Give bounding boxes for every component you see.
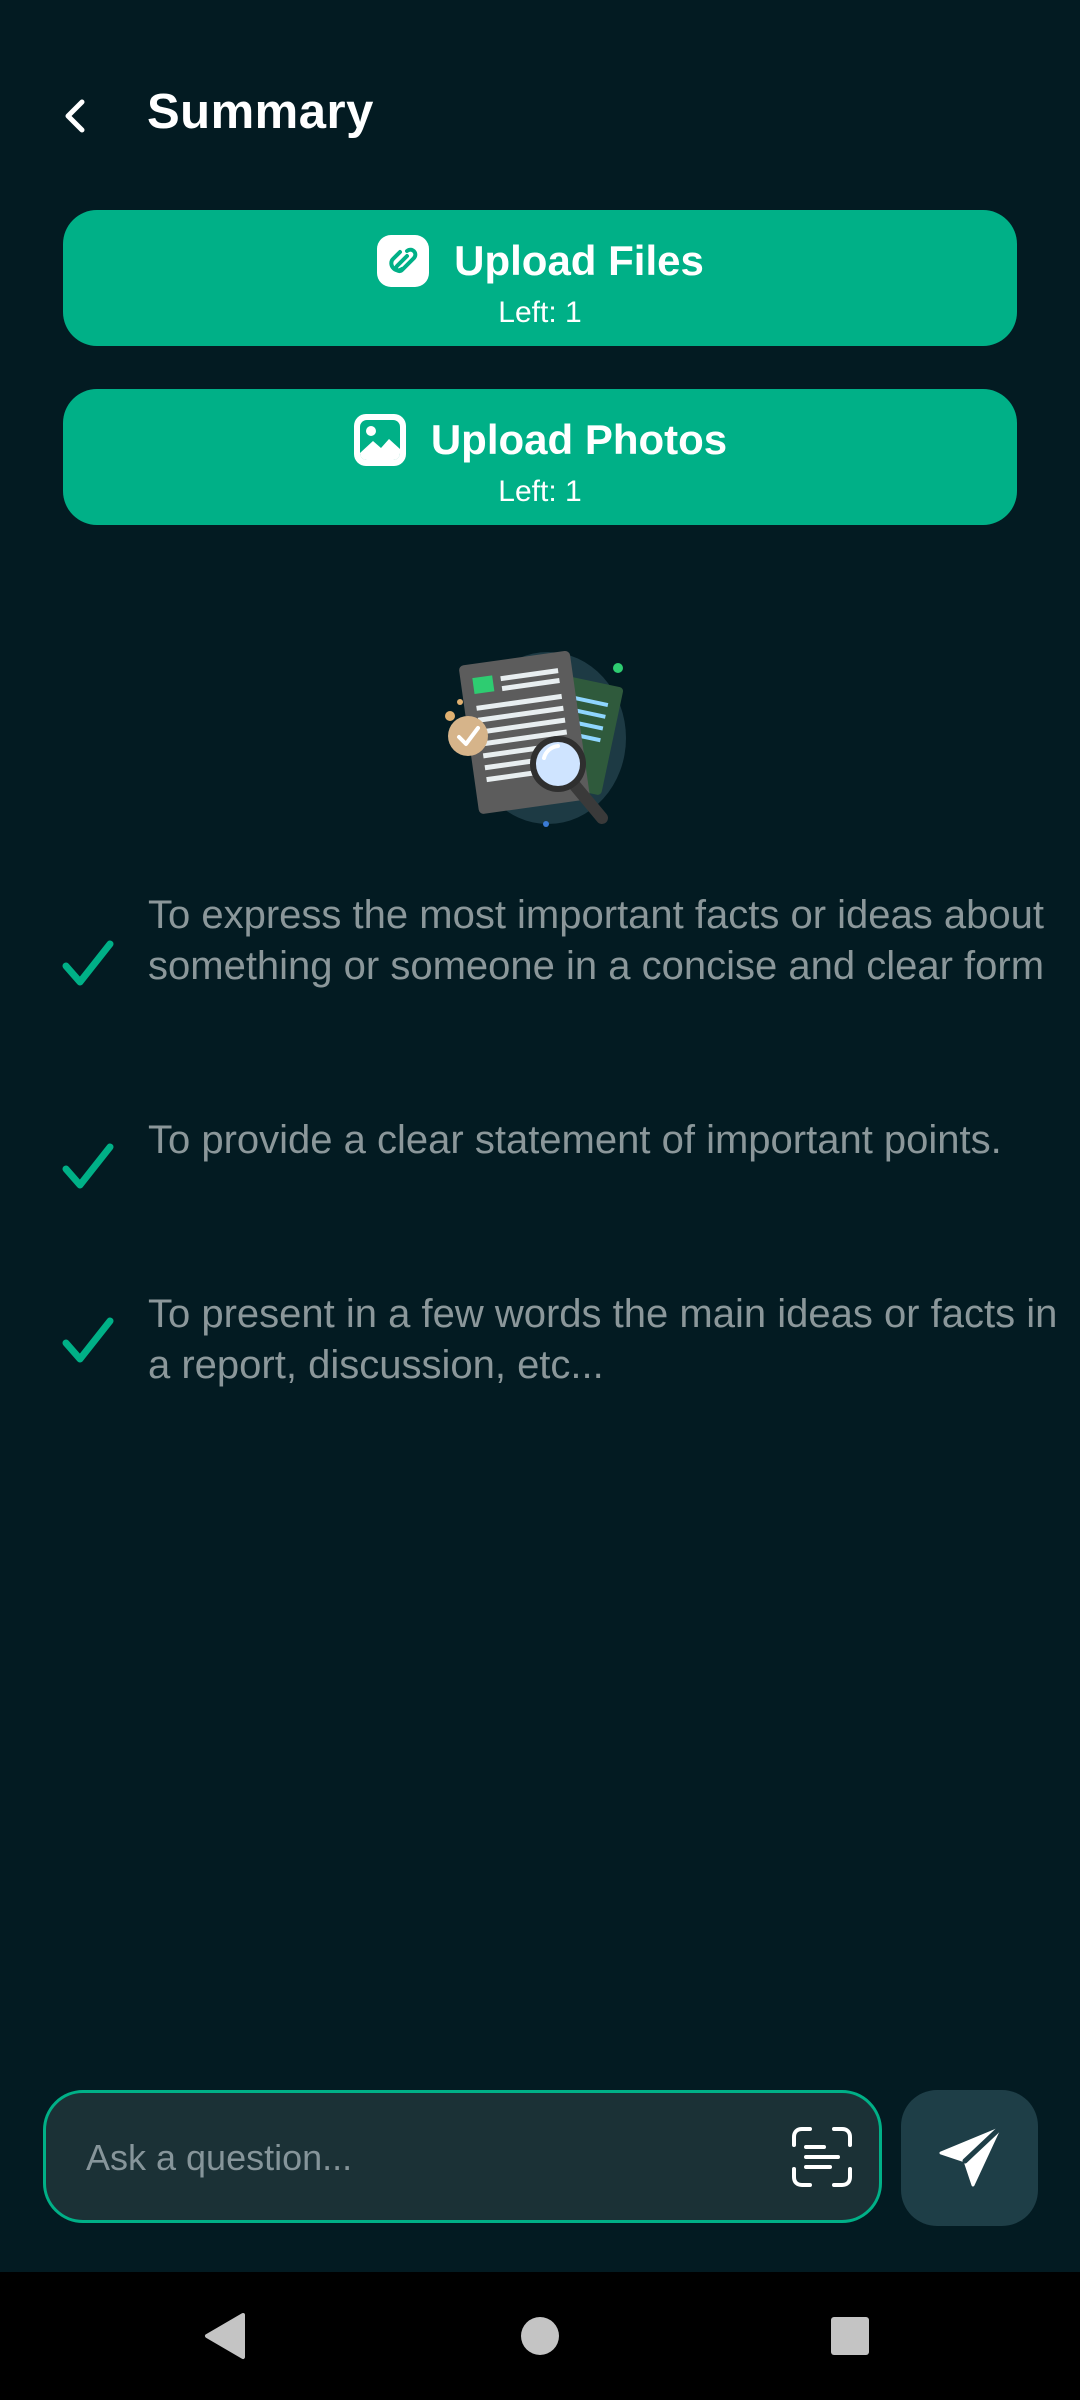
check-icon (62, 1143, 114, 1189)
nav-home-circle-icon (521, 2317, 559, 2355)
nav-recents-button[interactable] (816, 2302, 884, 2370)
send-button[interactable] (901, 2090, 1038, 2226)
page-title: Summary (147, 85, 374, 139)
app-header: Summary (0, 60, 1080, 172)
system-navigation-bar (0, 2272, 1080, 2400)
ask-question-field (43, 2090, 882, 2223)
summary-point-3: To present in a few words the main ideas… (60, 1289, 1057, 1399)
upload-files-button[interactable]: Upload Files Left: 1 (63, 210, 1017, 346)
document-magnifier-illustration (430, 620, 650, 840)
summary-point-text: To provide a clear statement of importan… (148, 1118, 1002, 1162)
upload-photos-left-count: Left: 1 (498, 475, 582, 508)
image-icon (353, 413, 407, 467)
back-button[interactable] (44, 84, 108, 148)
ask-question-input[interactable] (84, 2093, 788, 2222)
summary-screen: Summary Upload Files Left: 1 Upload Phot… (0, 0, 1080, 2400)
check-icon (62, 940, 114, 986)
upload-files-left-count: Left: 1 (498, 296, 582, 329)
upload-files-label: Upload Files (454, 237, 704, 284)
nav-home-button[interactable] (506, 2302, 574, 2370)
summary-point-text: To present in a few words the main ideas… (148, 1292, 1058, 1387)
nav-recents-square-icon (831, 2317, 869, 2355)
nav-back-button[interactable] (190, 2302, 258, 2370)
chevron-left-icon (65, 99, 85, 133)
nav-back-triangle-icon (205, 2313, 245, 2359)
upload-files-row: Upload Files (63, 232, 1017, 290)
upload-photos-button[interactable]: Upload Photos Left: 1 (63, 389, 1017, 525)
upload-photos-row: Upload Photos (63, 411, 1017, 469)
summary-point-text: To express the most important facts or i… (148, 893, 1045, 988)
text-scan-button[interactable] (788, 2123, 856, 2191)
upload-photos-label: Upload Photos (430, 416, 728, 463)
summary-point-1: To express the most important facts or i… (60, 890, 1044, 1050)
summary-point-2: To provide a clear statement of importan… (60, 1115, 1020, 1225)
check-icon (62, 1317, 114, 1363)
paperclip-icon (376, 234, 430, 288)
send-icon (939, 2126, 1001, 2187)
text-scan-icon (792, 2127, 852, 2187)
